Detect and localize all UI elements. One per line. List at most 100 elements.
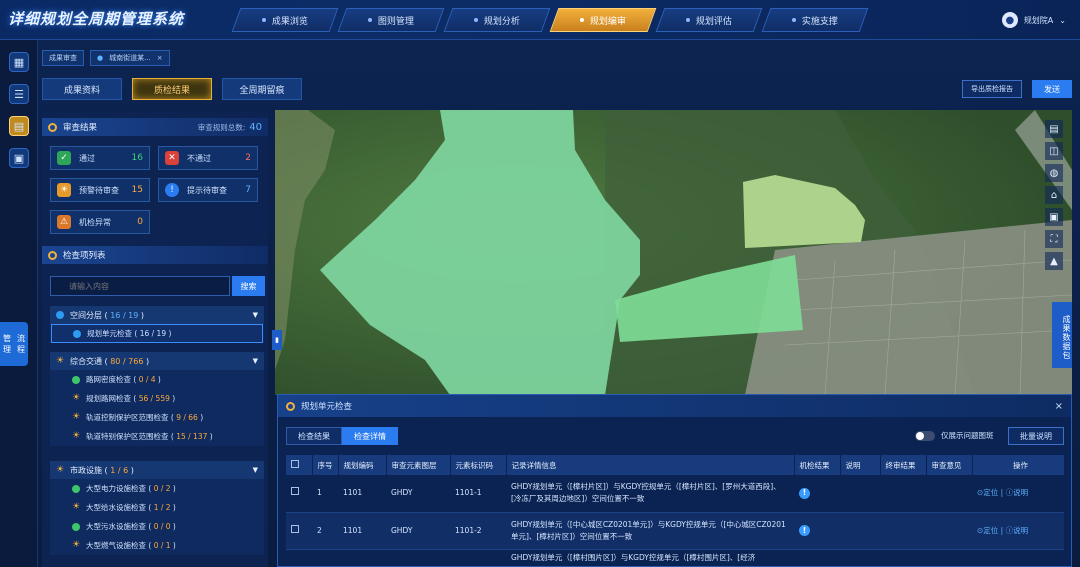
table-header-row: 序号 规划编码 审查元素图层 元素标识码 记录详情信息 机检结果 说明 终审结果…: [286, 455, 1065, 475]
close-icon[interactable]: ×: [157, 54, 163, 62]
locate-link[interactable]: ⊙定位: [977, 526, 998, 535]
layers-icon[interactable]: ▤: [1045, 120, 1063, 138]
list-item[interactable]: 大型污水设施检查 ( 0 / 0 ): [50, 517, 264, 536]
tab-check-details[interactable]: 检查详情: [342, 427, 398, 445]
item-count: 9 / 66: [176, 413, 198, 422]
group-name: 市政设施: [70, 465, 102, 475]
sun-warning-icon: ☀: [56, 464, 65, 475]
nav-planning-analysis[interactable]: 规划分析: [443, 8, 551, 32]
crumb-results-review[interactable]: 成果审查: [42, 50, 84, 66]
split-view-icon[interactable]: ◫: [1045, 142, 1063, 160]
nav-results-browse[interactable]: 成果浏览: [231, 8, 339, 32]
item-count: 16 / 19: [139, 329, 167, 338]
list-item[interactable]: ☀ 规划路网检查 ( 56 / 559 ): [50, 389, 264, 408]
list-item[interactable]: ☀ 轨道特别保护区范围检查 ( 15 / 137 ): [50, 427, 264, 446]
cell-code: [338, 549, 386, 567]
globe-icon[interactable]: ◍: [1045, 164, 1063, 182]
checkbox[interactable]: [291, 487, 299, 496]
tab-results-data[interactable]: 成果资料: [42, 78, 122, 100]
chevron-down-icon[interactable]: ▼: [253, 311, 258, 319]
item-count: 15 / 137: [176, 432, 208, 441]
results-package-tab[interactable]: 成果数据包: [1052, 302, 1072, 368]
column-header: 审查意见: [926, 455, 973, 475]
group-header[interactable]: 空间分层 ( 16 / 19 ) ▼: [50, 306, 264, 324]
search-input[interactable]: [50, 276, 230, 296]
clipboard-icon[interactable]: ▣: [1045, 208, 1063, 226]
list-item[interactable]: 规划单元检查 ( 16 / 19 ): [51, 324, 263, 343]
nav-planning-review[interactable]: 规划编审: [549, 8, 657, 32]
cell-opinion: [926, 475, 972, 513]
row-select-cell[interactable]: [286, 475, 312, 513]
cell-layer: GHDY: [386, 512, 450, 550]
locate-label: 定位: [983, 488, 999, 498]
cell-element: 1101-1: [450, 475, 506, 513]
cell-note: [840, 549, 880, 567]
chevron-up-icon[interactable]: ▲: [1045, 252, 1063, 270]
close-icon[interactable]: ×: [1055, 401, 1063, 412]
map-toolbar: ▤ ◫ ◍ ⌂ ▣ ⛶ ▲: [1045, 120, 1065, 300]
chevron-down-icon[interactable]: ▼: [253, 357, 258, 365]
group-count: 1 / 6: [110, 465, 129, 475]
explain-label: 说明: [1013, 525, 1029, 535]
row-select-cell[interactable]: [286, 549, 312, 567]
folder-icon[interactable]: ▣: [9, 148, 29, 168]
send-button[interactable]: 发送: [1032, 80, 1072, 98]
group-count: 80 / 766: [110, 356, 144, 366]
table-row[interactable]: 2 1101 GHDY 1101-2 GHDY规划单元（[中心城区CZ0201单…: [286, 512, 1064, 550]
group-header[interactable]: ☀ 市政设施 ( 1 / 6 ) ▼: [50, 461, 264, 479]
list-item[interactable]: ☀ 大型给水设施检查 ( 1 / 2 ): [50, 498, 264, 517]
fullscreen-icon[interactable]: ⛶: [1045, 230, 1063, 248]
collapse-panel-handle[interactable]: ▮: [272, 330, 282, 350]
nav-implementation-support[interactable]: 实施支撑: [761, 8, 869, 32]
list-item[interactable]: ☀ 轨道控制保护区范围检查 ( 9 / 66 ): [50, 408, 264, 427]
chevron-down-icon[interactable]: ▼: [253, 466, 258, 474]
stat-fail[interactable]: ✕ 不通过 2: [158, 146, 258, 170]
nav-planning-evaluation[interactable]: 规划评估: [655, 8, 763, 32]
tab-check-results[interactable]: 检查结果: [286, 427, 342, 445]
separator: |: [998, 488, 1006, 498]
stat-pass[interactable]: ✓ 通过 16: [50, 146, 150, 170]
stat-warning-pending[interactable]: ☀ 预警待审查 15: [50, 178, 150, 202]
crumb-current[interactable]: ● 城南街道某... ×: [90, 50, 170, 66]
group-name: 综合交通: [70, 356, 102, 366]
map-view[interactable]: [275, 110, 1072, 395]
table-row[interactable]: GHDY规划单元（[樟村围片区]）与KGDY控规单元（[樟村围片区]、[经济: [286, 549, 1064, 567]
cell-actions: ⊙定位 | ⓘ说明: [972, 475, 1064, 513]
stat-hint-pending[interactable]: ! 提示待审查 7: [158, 178, 258, 202]
list-item[interactable]: 路网密度检查 ( 0 / 4 ): [50, 370, 264, 389]
tab-qc-results[interactable]: 质检结果: [132, 78, 212, 100]
dashboard-icon[interactable]: ▦: [9, 52, 29, 72]
cell-machine-result: !: [794, 512, 840, 550]
export-report-button[interactable]: 导出质检报告: [962, 80, 1022, 98]
batch-explain-button[interactable]: 批量说明: [1008, 427, 1064, 445]
select-all-cell[interactable]: [286, 455, 313, 475]
group-header[interactable]: ☀ 综合交通 ( 80 / 766 ) ▼: [50, 352, 264, 370]
user-menu[interactable]: ● 规划院A ⌄: [1001, 12, 1066, 28]
item-count: 1 / 2: [153, 503, 171, 512]
locate-link[interactable]: ⊙定位: [977, 488, 998, 497]
tab-lifecycle-trace[interactable]: 全周期留痕: [222, 78, 302, 100]
problem-only-toggle[interactable]: [915, 431, 935, 441]
dot-icon: ●: [97, 54, 104, 62]
nav-map-management[interactable]: 图则管理: [337, 8, 445, 32]
list-icon[interactable]: ☰: [9, 84, 29, 104]
management-flow-tab[interactable]: 管理 流程: [0, 322, 28, 366]
explain-link[interactable]: ⓘ说明: [1006, 526, 1029, 535]
list-item[interactable]: ☀ 大型燃气设施检查 ( 0 / 1 ): [50, 536, 264, 555]
row-select-cell[interactable]: [286, 512, 312, 550]
explain-link[interactable]: ⓘ说明: [1006, 488, 1029, 497]
cell-detail: GHDY规划单元（[樟村围片区]）与KGDY控规单元（[樟村围片区]、[经济: [506, 549, 794, 567]
checkbox[interactable]: [291, 524, 299, 533]
item-count: 0 / 0: [153, 522, 171, 531]
search-button[interactable]: 搜索: [232, 276, 265, 296]
separator: |: [998, 525, 1006, 535]
stat-machine-error[interactable]: ⚠ 机检异常 0: [50, 210, 150, 234]
check-detail-table: 序号 规划编码 审查元素图层 元素标识码 记录详情信息 机检结果 说明 终审结果…: [286, 455, 1065, 567]
cell-element: 1101-2: [450, 512, 506, 550]
checkbox[interactable]: [291, 460, 299, 468]
building-icon[interactable]: ⌂: [1045, 186, 1063, 204]
document-icon[interactable]: ▤: [9, 116, 29, 136]
nav-label: 实施支撑: [801, 16, 838, 27]
table-row[interactable]: 1 1101 GHDY 1101-1 GHDY规划单元（[樟村片区]）与KGDY…: [286, 475, 1064, 513]
list-item[interactable]: 大型电力设施检查 ( 0 / 2 ): [50, 479, 264, 498]
